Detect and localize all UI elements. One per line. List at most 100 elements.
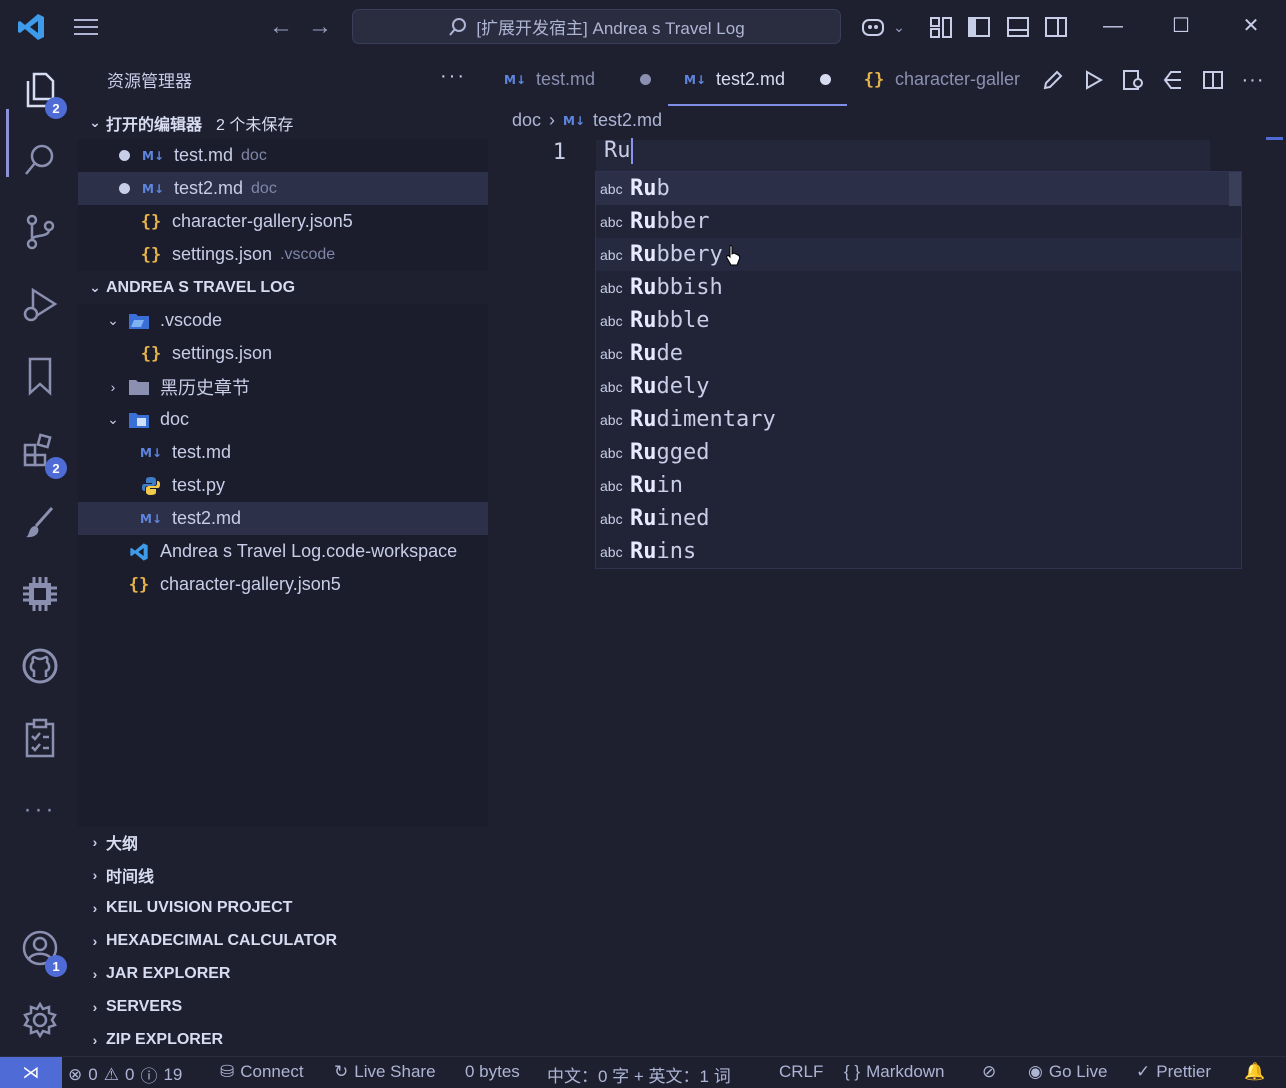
accounts-icon[interactable]: 1	[17, 925, 67, 977]
panel-hex-calculator[interactable]: › HEXADECIMAL CALCULATOR	[78, 924, 488, 957]
bookmark-icon[interactable]	[17, 353, 63, 399]
panel-timeline[interactable]: › 时间线	[78, 858, 488, 891]
open-editor-item[interactable]: M↓ test2.md doc	[78, 172, 488, 205]
open-editors-header[interactable]: ⌄ 打开的编辑器 2 个未保存	[78, 106, 488, 139]
split-editor-icon[interactable]	[1200, 67, 1226, 93]
collapsed-panels: › 大纲 › 时间线 › KEIL UVISION PROJECT › HEXADECI…	[78, 825, 488, 1056]
open-editor-item[interactable]: {} character-gallery.json5	[78, 205, 488, 238]
chevron-right-icon: ›	[92, 932, 98, 949]
source-control-icon[interactable]	[17, 209, 63, 255]
markdown-icon: M↓	[504, 72, 526, 87]
toggle-sidebar-icon[interactable]	[966, 14, 992, 40]
panel-keil[interactable]: › KEIL UVISION PROJECT	[78, 891, 488, 924]
workspace-header[interactable]: ⌄ ANDREA S TRAVEL LOG	[78, 271, 488, 304]
unsaved-dot-icon[interactable]	[820, 74, 831, 85]
live-share-button[interactable]: ↻ Live Share	[334, 1062, 436, 1082]
command-center-search[interactable]: [扩展开发宿主] Andrea s Travel Log	[352, 9, 841, 44]
suggestion-scrollbar[interactable]	[1229, 172, 1241, 206]
folder-doc[interactable]: ⌄ doc	[78, 403, 488, 436]
menu-icon[interactable]	[72, 14, 100, 40]
open-editor-item[interactable]: {} settings.json .vscode	[78, 238, 488, 271]
github-icon[interactable]	[17, 643, 63, 689]
word-kind-icon: abc	[600, 279, 623, 296]
folder-history[interactable]: › 黑历史章节	[78, 370, 488, 403]
json-icon: {}	[140, 343, 162, 364]
notifications-bell-icon[interactable]: 🔔	[1244, 1062, 1265, 1082]
checklist-icon[interactable]	[17, 715, 63, 761]
suggestion-item[interactable]: abc Ru gged	[596, 436, 1241, 469]
more-actions-icon[interactable]: ···	[1240, 67, 1266, 93]
folder-vscode[interactable]: ⌄ .vscode	[78, 304, 488, 337]
prettier-button[interactable]: ✓ Prettier	[1136, 1062, 1211, 1082]
chevron-right-icon: ›	[549, 110, 556, 130]
explorer-icon[interactable]: 2	[17, 67, 67, 119]
back-arrow-icon[interactable]: ←	[268, 14, 294, 40]
forward-arrow-icon[interactable]: →	[307, 14, 333, 40]
file-test-py[interactable]: test.py	[78, 469, 488, 502]
eol-selector[interactable]: CRLF	[779, 1062, 823, 1082]
minimize-button[interactable]: —	[1098, 11, 1128, 41]
suggestion-item[interactable]: abc Ru dimentary	[596, 403, 1241, 436]
suggestion-item[interactable]: abc Ru bber	[596, 205, 1241, 238]
database-icon: ⛁	[220, 1062, 235, 1081]
tab-test-md[interactable]: M↓ test.md	[488, 53, 668, 106]
unsaved-dot-icon[interactable]	[640, 74, 651, 85]
file-test2-md[interactable]: M↓ test2.md	[78, 502, 488, 535]
edit-pencil-icon[interactable]	[1040, 67, 1066, 93]
remote-indicator[interactable]: ⋊	[0, 1056, 62, 1088]
suggestion-item[interactable]: abc Ru dely	[596, 370, 1241, 403]
panel-zip-explorer[interactable]: › ZIP EXPLORER	[78, 1023, 488, 1056]
close-button[interactable]: ✕	[1236, 11, 1266, 41]
chip-icon[interactable]	[17, 571, 63, 617]
brush-icon[interactable]	[17, 499, 63, 545]
copilot-icon[interactable]	[860, 14, 886, 40]
suggestion-item[interactable]: abc Ru in	[596, 469, 1241, 502]
more-actions-icon[interactable]: ···	[440, 65, 466, 88]
toggle-secondary-sidebar-icon[interactable]	[1043, 14, 1069, 40]
open-editor-item[interactable]: M↓ test.md doc	[78, 139, 488, 172]
customize-layout-icon[interactable]	[928, 14, 954, 40]
run-debug-icon[interactable]	[17, 281, 63, 327]
explorer-sidebar: 资源管理器 ··· ⌄ 打开的编辑器 2 个未保存 M↓ test.md doc…	[78, 53, 488, 1056]
open-preview-icon[interactable]	[1120, 67, 1146, 93]
breadcrumb-file[interactable]: test2.md	[593, 110, 662, 131]
maximize-button[interactable]: ☐	[1166, 11, 1196, 41]
compare-icon[interactable]	[1160, 67, 1186, 93]
suggestion-item[interactable]: abc Ru bbery	[596, 238, 1241, 271]
panel-jar-explorer[interactable]: › JAR EXPLORER	[78, 957, 488, 990]
suggestion-item[interactable]: abc Ru bbish	[596, 271, 1241, 304]
tab-character-gallery[interactable]: {} character-galler	[847, 53, 1035, 106]
chevron-down-icon[interactable]: ⌄	[886, 14, 912, 40]
file-workspace[interactable]: Andrea s Travel Log.code-workspace	[78, 535, 488, 568]
suggestion-rest: bbery	[656, 242, 723, 267]
language-selector[interactable]: { } Markdown	[844, 1062, 945, 1082]
file-size[interactable]: 0 bytes	[465, 1062, 520, 1082]
suggestion-match: Ru	[630, 473, 657, 498]
suggestion-item[interactable]: abc Ru b	[596, 172, 1241, 205]
breadcrumb-folder[interactable]: doc	[512, 110, 541, 131]
suggestion-item[interactable]: abc Ru de	[596, 337, 1241, 370]
toggle-panel-icon[interactable]	[1005, 14, 1031, 40]
suggestion-item[interactable]: abc Ru bble	[596, 304, 1241, 337]
connect-button[interactable]: ⛁ Connect	[220, 1062, 304, 1082]
gear-icon[interactable]	[17, 997, 63, 1043]
problems-indicator[interactable]: ⊗ 0 ⚠ 0 ⓘ 19	[68, 1062, 182, 1087]
word-kind-icon: abc	[600, 246, 623, 263]
panel-outline[interactable]: › 大纲	[78, 825, 488, 858]
word-count[interactable]: 中文：0 字 + 英文：1 词	[547, 1062, 731, 1087]
file-character-gallery[interactable]: {} character-gallery.json5	[78, 568, 488, 601]
go-live-button[interactable]: ◉ Go Live	[1028, 1062, 1107, 1082]
search-icon[interactable]	[17, 137, 63, 183]
suggestion-item[interactable]: abc Ru ined	[596, 502, 1241, 535]
more-icon[interactable]: ···	[17, 787, 63, 833]
panel-servers[interactable]: › SERVERS	[78, 990, 488, 1023]
code-line[interactable]: Ru	[604, 138, 633, 164]
suggestion-item[interactable]: abc Ru ins	[596, 535, 1241, 568]
copilot-status-icon[interactable]: ⊘	[982, 1062, 996, 1082]
tab-test2-md[interactable]: M↓ test2.md	[668, 53, 847, 106]
extensions-icon[interactable]: 2	[17, 427, 67, 479]
file-settings-json[interactable]: {} settings.json	[78, 337, 488, 370]
file-test-md[interactable]: M↓ test.md	[78, 436, 488, 469]
folder-name: doc	[160, 409, 190, 429]
run-icon[interactable]	[1080, 67, 1106, 93]
